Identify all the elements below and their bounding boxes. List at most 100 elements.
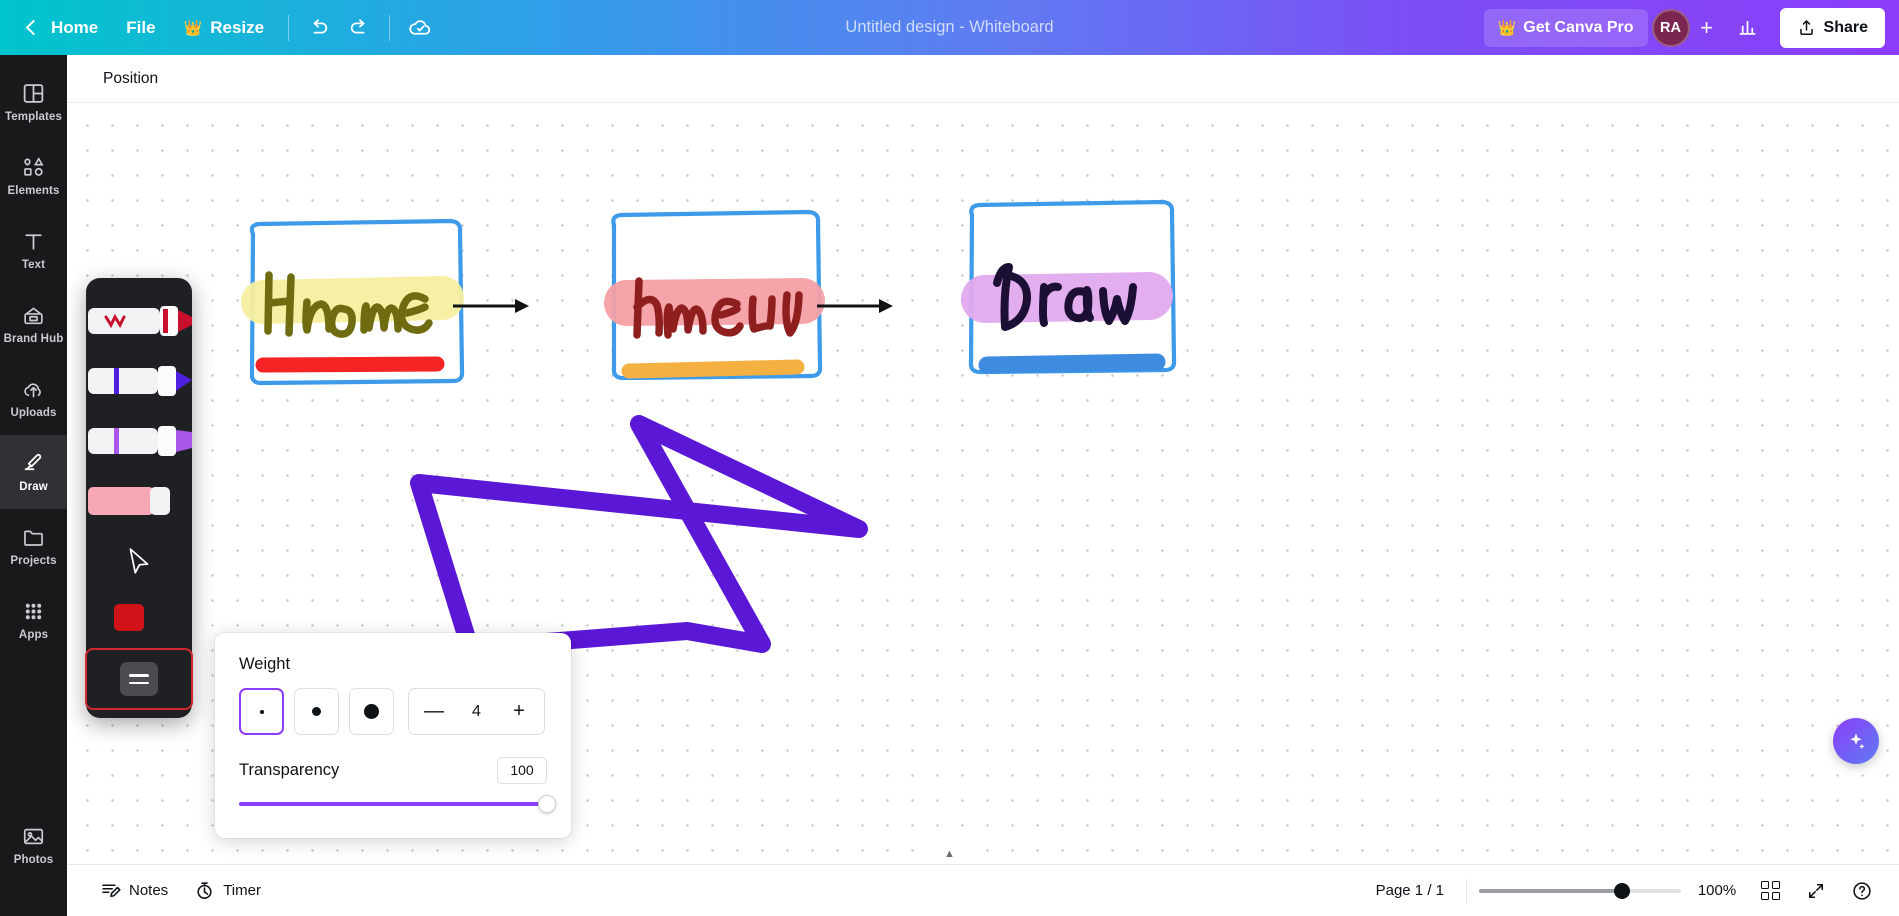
photos-icon <box>23 828 44 845</box>
magic-sparkle-icon <box>1850 733 1865 750</box>
position-button[interactable]: Position <box>91 62 170 96</box>
redo-icon <box>350 18 365 33</box>
grid-cell-4 <box>1771 892 1780 900</box>
pen-tool-pink-eraser[interactable] <box>86 478 192 524</box>
purple-highlighter-icon <box>88 426 192 456</box>
transparency-input[interactable]: 100 <box>497 757 547 784</box>
draw-pen-icon <box>24 453 42 471</box>
avatar[interactable]: RA <box>1651 8 1690 47</box>
sidebar-label-projects: Projects <box>10 555 57 567</box>
home-button[interactable]: Home <box>14 9 112 47</box>
magic-assistant-button[interactable] <box>1833 718 1879 764</box>
share-button[interactable]: Share <box>1779 7 1885 48</box>
pen-tool-purple-highlighter[interactable] <box>86 418 192 464</box>
apps-grid-icon <box>25 603 42 620</box>
card-home-underline <box>255 356 445 373</box>
fullscreen-button[interactable] <box>1799 874 1833 908</box>
sidebar-item-templates[interactable]: Templates <box>0 65 67 139</box>
weight-value[interactable]: 4 <box>472 703 481 721</box>
design-title[interactable]: Untitled design - Whiteboard <box>833 12 1065 43</box>
timer-icon <box>197 882 212 899</box>
arrow-2 <box>817 299 893 313</box>
help-question-icon <box>1853 881 1871 900</box>
line-weight-icon-bar-thin <box>129 682 149 685</box>
card-home[interactable] <box>241 218 465 386</box>
sidebar-item-draw[interactable]: Draw <box>0 435 67 509</box>
select-cursor-tool[interactable] <box>86 536 192 588</box>
insights-button[interactable] <box>1728 9 1768 47</box>
grid-view-button[interactable] <box>1753 874 1787 908</box>
file-label: File <box>126 17 156 37</box>
notes-label: Notes <box>129 882 169 899</box>
elements-icon <box>24 157 44 176</box>
sidebar-item-uploads[interactable]: Uploads <box>0 361 67 435</box>
weight-tool-highlight <box>85 648 193 710</box>
weight-increase-button[interactable]: + <box>508 700 530 723</box>
purple-star-scribble[interactable] <box>410 415 868 657</box>
sidebar-label-apps: Apps <box>18 629 49 641</box>
sidebar-label-uploads: Uploads <box>10 407 57 419</box>
pen-tool-blue-pen[interactable] <box>86 358 192 404</box>
weight-option-thick[interactable] <box>349 688 394 735</box>
weight-decrease-button[interactable]: — <box>423 700 445 723</box>
get-canva-pro-button[interactable]: 👑 Get Canva Pro <box>1483 8 1648 47</box>
weight-popup: Weight — 4 + Transparency 100 <box>215 633 571 838</box>
cloud-saved-button[interactable] <box>400 9 440 47</box>
pro-label: Get Canva Pro <box>1523 18 1634 36</box>
undo-button[interactable] <box>299 9 339 47</box>
top-toolbar: Home File 👑 Resize Untitled design - Whi… <box>0 0 1899 55</box>
zoom-slider-fill <box>1479 888 1621 893</box>
sidebar-item-text[interactable]: Text <box>0 213 67 287</box>
transparency-slider-knob[interactable] <box>538 795 556 813</box>
bottom-toolbar-right-group: Page 1 / 1 100% <box>1366 874 1879 908</box>
grid-cell-3 <box>1760 892 1769 900</box>
bottom-panel-collapse-button[interactable]: ▲ <box>921 846 978 862</box>
weight-option-thin[interactable] <box>239 688 284 735</box>
sidebar-label-photos: Photos <box>13 854 54 866</box>
card-menu[interactable] <box>604 209 825 381</box>
toolbar-divider-2 <box>389 14 391 41</box>
invite-members-button[interactable]: + <box>1690 11 1724 45</box>
sidebar-item-elements[interactable]: Elements <box>0 139 67 213</box>
transparency-row: Transparency 100 <box>239 757 547 784</box>
weight-dot-thin <box>259 709 264 714</box>
weight-popup-title: Weight <box>239 655 291 673</box>
text-icon <box>25 234 42 250</box>
top-toolbar-left-group: Home File 👑 Resize <box>0 9 440 47</box>
card-draw[interactable] <box>961 199 1177 375</box>
sidebar-item-apps[interactable]: Apps <box>0 583 67 657</box>
share-label: Share <box>1823 18 1868 36</box>
toolbar-divider-1 <box>288 14 290 41</box>
home-label: Home <box>51 17 99 37</box>
resize-button[interactable]: 👑 Resize <box>170 9 279 47</box>
line-weight-button[interactable] <box>120 662 158 696</box>
transparency-slider[interactable] <box>239 795 556 813</box>
left-sidebar: Templates Elements Text Brand Hub Upload… <box>0 55 67 916</box>
zoom-slider-knob[interactable] <box>1614 882 1630 899</box>
sidebar-item-brand-hub[interactable]: Brand Hub <box>0 287 67 361</box>
weight-dot-thick <box>364 704 379 719</box>
file-menu-button[interactable]: File <box>112 9 169 47</box>
sidebar-item-projects[interactable]: Projects <box>0 509 67 583</box>
sidebar-label-elements: Elements <box>7 185 60 197</box>
sidebar-label-templates: Templates <box>5 111 62 123</box>
crown-icon: 👑 <box>183 19 203 37</box>
zoom-percent-label[interactable]: 100% <box>1693 882 1741 899</box>
templates-icon <box>23 84 44 103</box>
zoom-slider[interactable] <box>1479 882 1681 899</box>
timer-button[interactable]: Timer <box>181 873 274 908</box>
weight-stepper: — 4 + <box>408 688 545 735</box>
projects-folder-icon <box>24 530 43 546</box>
pen-tool-marker-pen[interactable] <box>86 298 192 344</box>
weight-option-medium[interactable] <box>294 688 339 735</box>
sidebar-item-photos[interactable]: Photos <box>0 808 67 882</box>
current-color-swatch[interactable] <box>114 604 144 631</box>
page-indicator[interactable]: Page 1 / 1 <box>1366 876 1454 905</box>
undo-icon <box>313 18 328 33</box>
help-button[interactable] <box>1845 874 1879 908</box>
arrow-1 <box>453 299 529 313</box>
transparency-label: Transparency <box>239 761 340 779</box>
fullscreen-icon <box>1808 883 1824 898</box>
notes-button[interactable]: Notes <box>87 873 181 908</box>
redo-button[interactable] <box>339 9 379 47</box>
